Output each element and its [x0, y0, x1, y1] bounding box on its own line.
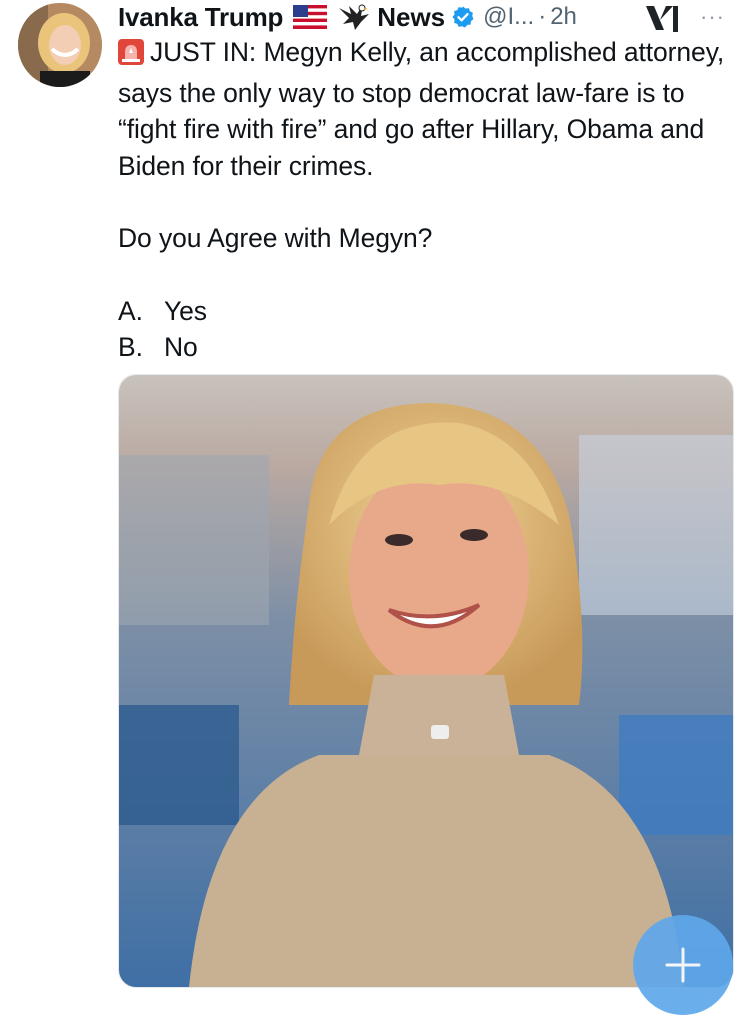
timestamp[interactable]: 2h	[550, 3, 577, 31]
siren-emoji-icon	[118, 38, 144, 75]
tweet-main-text: JUST IN: Megyn Kelly, an accomplished at…	[118, 37, 725, 181]
author-avatar[interactable]	[18, 3, 102, 87]
more-options-icon[interactable]: ···	[700, 4, 725, 30]
avatar-photo	[18, 3, 102, 87]
display-name[interactable]: Ivanka Trump	[118, 2, 283, 33]
tweet-paragraph-1: JUST IN: Megyn Kelly, an accomplished at…	[118, 34, 728, 184]
media-photo	[119, 375, 733, 987]
tweet-body: JUST IN: Megyn Kelly, an accomplished at…	[118, 34, 728, 366]
verified-badge-icon	[451, 5, 475, 29]
us-flag-icon	[293, 5, 328, 29]
option-a: A. Yes	[118, 293, 728, 330]
option-text: No	[164, 332, 198, 362]
option-b: B. No	[118, 329, 728, 366]
tweet-question: Do you Agree with Megyn?	[118, 223, 433, 253]
option-letter: A.	[118, 295, 143, 326]
separator-dot: ·	[538, 3, 547, 30]
compose-button[interactable]	[633, 915, 733, 1015]
option-text: Yes	[164, 295, 207, 326]
author-handle[interactable]: @I...	[483, 3, 534, 31]
plus-icon	[665, 947, 701, 983]
affiliation-label: News	[377, 1, 446, 32]
option-letter: B.	[118, 332, 143, 362]
eagle-icon	[337, 2, 371, 32]
tweet-media-image[interactable]	[118, 374, 734, 988]
